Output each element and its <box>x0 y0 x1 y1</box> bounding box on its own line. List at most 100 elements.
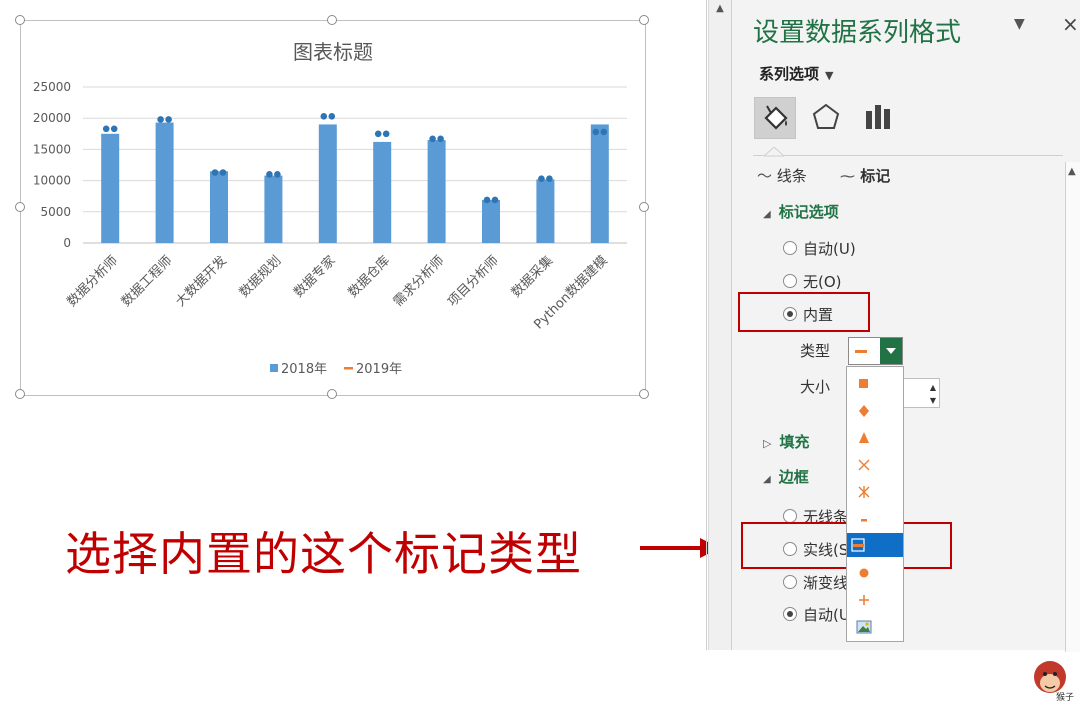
marker-dot[interactable] <box>382 130 390 138</box>
subtab-marker-label: 标记 <box>860 167 891 185</box>
marker-dot[interactable] <box>437 135 444 143</box>
bar-chart: 图表标题 25000 20000 15000 10000 5000 0 数据分析师数据工程… <box>33 40 627 377</box>
annotation-text: 选择内置的这个标记类型 <box>65 527 582 581</box>
marker-dot[interactable] <box>491 196 499 204</box>
resize-handle-top[interactable] <box>327 15 337 25</box>
marker-dot[interactable] <box>374 130 382 138</box>
bar[interactable] <box>482 199 500 243</box>
radio-none[interactable]: 无(O) <box>783 271 842 292</box>
pane-options-chevron-down-icon[interactable]: ▼ <box>1014 16 1025 32</box>
radio-circle[interactable] <box>783 274 797 288</box>
bar[interactable] <box>590 124 609 243</box>
marker-option-diamond[interactable] <box>852 399 876 423</box>
subtab-line[interactable]: 〜 线条 <box>757 165 807 186</box>
marker-dot[interactable] <box>483 196 491 204</box>
tab-pointer-icon <box>764 147 784 157</box>
x-tick-label: 需求分析师 <box>391 253 448 310</box>
radio-circle[interactable] <box>783 241 797 255</box>
marker-option-star[interactable] <box>852 480 876 504</box>
pane-separator <box>706 0 707 650</box>
bar[interactable] <box>101 133 120 243</box>
bar[interactable] <box>427 140 446 243</box>
pane-close-button[interactable]: × <box>1062 12 1079 36</box>
x-tick-label: 数据仓库 <box>345 253 393 301</box>
radio-border-auto[interactable]: 自动(U) <box>783 604 856 625</box>
marker-dot[interactable] <box>328 113 336 120</box>
bar[interactable] <box>210 171 228 243</box>
marker-option-square[interactable] <box>852 372 876 396</box>
bar[interactable] <box>373 141 392 243</box>
marker-size-stepper[interactable]: ▲ ▼ <box>903 378 940 408</box>
marker-option-plus[interactable] <box>852 588 876 612</box>
tab-series-options[interactable] <box>858 97 898 137</box>
marker-dot[interactable] <box>600 128 608 136</box>
marker-dot[interactable] <box>320 113 328 120</box>
marker-option-x[interactable] <box>852 453 876 477</box>
x-tick-label: 数据分析师 <box>64 253 121 310</box>
x-tick-label: 数据规划 <box>237 253 284 300</box>
resize-handle-bottom-left[interactable] <box>15 389 25 399</box>
scroll-up-icon[interactable]: ▲ <box>714 3 726 15</box>
resize-handle-bottom[interactable] <box>327 389 337 399</box>
markers-2019[interactable] <box>102 113 608 204</box>
bar[interactable] <box>155 122 174 243</box>
collapse-triangle-icon: ◢ <box>763 474 771 485</box>
marker-dot[interactable] <box>429 135 436 143</box>
marker-type-dropdown[interactable] <box>848 337 903 365</box>
marker-type-list[interactable] <box>846 366 904 642</box>
resize-handle-top-left[interactable] <box>15 15 25 25</box>
series-options-dropdown[interactable]: 系列选项 ▼ <box>759 63 833 84</box>
radio-auto[interactable]: 自动(U) <box>783 238 856 259</box>
bars-2018[interactable] <box>101 122 609 243</box>
marker-dot[interactable] <box>538 175 545 183</box>
resize-handle-top-right[interactable] <box>639 15 649 25</box>
dropdown-arrow-icon[interactable] <box>880 338 902 364</box>
spin-up-icon[interactable]: ▲ <box>930 383 936 392</box>
resize-handle-bottom-right[interactable] <box>639 389 649 399</box>
marker-dot[interactable] <box>274 171 281 178</box>
resize-handle-left[interactable] <box>15 202 25 212</box>
worksheet-scrollbar[interactable]: ▲ <box>708 0 731 650</box>
marker-dot[interactable] <box>102 125 110 133</box>
tab-effects[interactable] <box>806 97 846 137</box>
marker-option-long-dash-selected[interactable] <box>847 533 903 557</box>
resize-handle-right[interactable] <box>639 202 649 212</box>
chart-area[interactable]: 图表标题 25000 20000 15000 10000 5000 0 数据分析师 数据工程… <box>20 20 646 396</box>
marker-dot[interactable] <box>211 169 219 176</box>
marker-dot[interactable] <box>219 169 227 176</box>
marker-option-picture[interactable] <box>852 615 876 639</box>
bar[interactable] <box>264 175 283 243</box>
radio-circle[interactable] <box>783 509 797 523</box>
short-dash-marker-icon <box>861 519 867 522</box>
tab-divider <box>753 155 1063 156</box>
marker-dot[interactable] <box>110 125 118 133</box>
legend-label-2018: 2018年 <box>281 362 327 377</box>
marker-dot[interactable] <box>157 116 164 123</box>
marker-option-short-dash[interactable] <box>852 507 876 531</box>
marker-dot[interactable] <box>266 171 273 178</box>
bar[interactable] <box>536 179 555 243</box>
watermark-text: 猴子 <box>1056 693 1075 703</box>
circle-marker-icon <box>859 568 869 578</box>
section-fill[interactable]: ▷ 填充 <box>763 431 809 452</box>
legend[interactable]: 2018年 2019年 <box>270 362 402 377</box>
spin-down-icon[interactable]: ▼ <box>930 396 936 405</box>
section-border[interactable]: ◢ 边框 <box>763 466 809 487</box>
bar[interactable] <box>318 124 337 243</box>
radio-circle[interactable] <box>783 575 797 589</box>
radio-border-gradient[interactable]: 渐变线 <box>783 572 848 593</box>
chart-title[interactable]: 图表标题 <box>293 40 373 64</box>
section-marker-options[interactable]: ◢ 标记选项 <box>763 201 839 222</box>
pane-scrollbar[interactable]: ▲ <box>1065 162 1080 652</box>
subtab-marker[interactable]: ⁓ 标记 <box>840 165 890 186</box>
radio-circle-selected[interactable] <box>783 607 797 621</box>
marker-option-circle[interactable] <box>852 561 876 585</box>
scroll-up-icon[interactable]: ▲ <box>1068 166 1076 177</box>
marker-dot[interactable] <box>592 128 600 136</box>
marker-dot[interactable] <box>165 116 172 123</box>
marker-type-label: 类型 <box>800 342 831 360</box>
marker-dot[interactable] <box>546 175 553 183</box>
tab-fill-line[interactable] <box>754 97 796 139</box>
square-marker-icon <box>859 379 868 388</box>
marker-option-triangle[interactable] <box>852 426 876 450</box>
